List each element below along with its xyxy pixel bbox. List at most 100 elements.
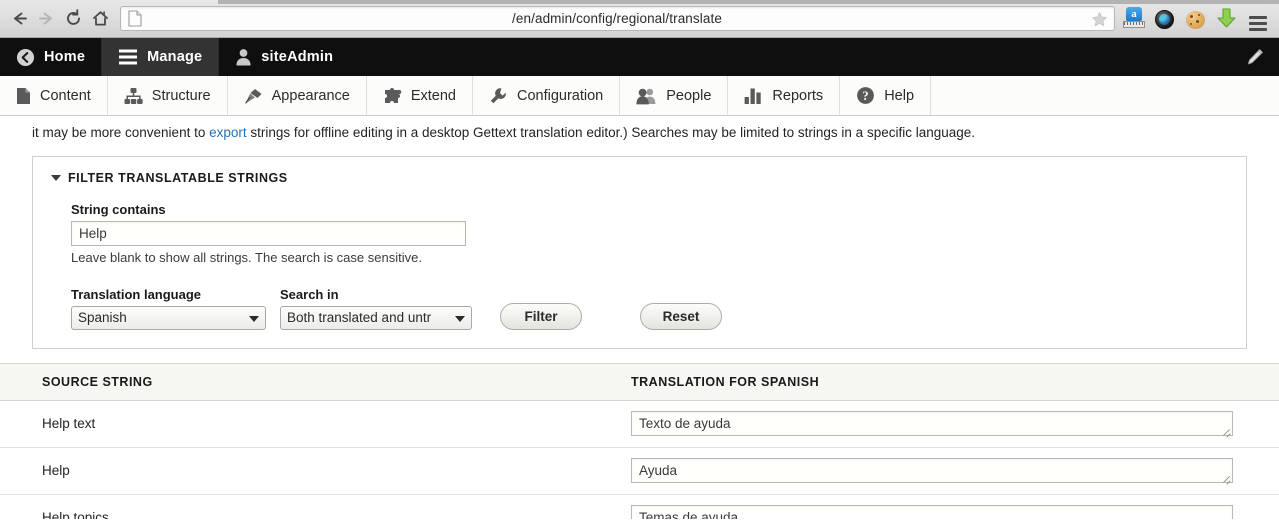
wrench-icon: [489, 87, 508, 105]
cookie-chip: [1196, 19, 1199, 23]
translation-language-select[interactable]: Spanish: [71, 305, 266, 330]
menu-line: [1249, 21, 1267, 25]
cookie-chip: [1190, 22, 1192, 25]
translation-table: SOURCE STRING TRANSLATION FOR SPANISH He…: [0, 362, 1279, 519]
download-arrow-icon[interactable]: [1216, 7, 1238, 31]
camera-lens-icon[interactable]: [1154, 7, 1176, 31]
file-icon: [16, 87, 31, 105]
filter-panel-title: FILTER TRANSLATABLE STRINGS: [68, 170, 288, 185]
sidebar-item-extend[interactable]: Extend: [367, 76, 473, 115]
extension-icons: a: [1123, 6, 1273, 31]
forward-button[interactable]: [33, 4, 60, 34]
tab-strip-edge: [218, 0, 1279, 4]
browser-chrome: /en/admin/config/regional/translate a: [0, 0, 1279, 38]
search-in-group: Search in Both translated and untr: [280, 287, 472, 330]
intro-text-before: it may be more convenient to: [32, 125, 210, 140]
bar-chart-icon: [744, 87, 763, 105]
filter-panel-header[interactable]: FILTER TRANSLATABLE STRINGS: [51, 171, 1228, 185]
filter-panel: FILTER TRANSLATABLE STRINGS String conta…: [32, 155, 1247, 349]
puzzle-icon: [383, 87, 402, 105]
back-button[interactable]: [6, 4, 33, 34]
filter-button[interactable]: Filter: [500, 302, 582, 330]
sidebar-label-structure: Structure: [151, 87, 211, 104]
sidebar-item-people[interactable]: People: [620, 76, 729, 115]
column-header-translation: TRANSLATION FOR SPANISH: [620, 362, 1279, 401]
cookie-icon[interactable]: [1185, 7, 1207, 31]
back-circle-icon: [16, 48, 35, 67]
chevron-down-icon: [249, 315, 259, 322]
translation-table-body: Help text Help Help topics: [0, 400, 1279, 519]
toolbar-item-manage[interactable]: Manage: [102, 38, 220, 76]
toolbar-label-manage: Manage: [147, 49, 203, 65]
string-contains-group: String contains Leave blank to show all …: [71, 202, 1228, 265]
svg-text:?: ?: [863, 89, 869, 103]
search-in-value: Both translated and untr: [287, 310, 432, 326]
table-row: Help topics: [0, 494, 1279, 519]
hamburger-icon: [118, 48, 138, 66]
sidebar-item-content[interactable]: Content: [0, 76, 108, 115]
sidebar-label-appearance: Appearance: [271, 87, 350, 104]
page-content: it may be more convenient to export stri…: [0, 116, 1279, 519]
home-button[interactable]: [87, 4, 114, 34]
address-bar[interactable]: /en/admin/config/regional/translate: [120, 6, 1115, 31]
sidebar-label-extend: Extend: [410, 87, 456, 104]
sidebar-label-configuration: Configuration: [517, 87, 604, 104]
toolbar-label-siteadmin: siteAdmin: [261, 49, 334, 65]
filter-controls-row: Translation language Spanish Search in B…: [71, 287, 1228, 330]
translation-cell: [620, 447, 1279, 495]
sidebar-item-appearance[interactable]: Appearance: [228, 76, 367, 115]
collapse-triangle-icon: [51, 174, 61, 181]
reload-button[interactable]: [60, 4, 87, 34]
table-row: Help text: [0, 400, 1279, 448]
sidebar-label-people: People: [666, 87, 712, 104]
translation-table-head: SOURCE STRING TRANSLATION FOR SPANISH: [0, 362, 1279, 401]
string-contains-label: String contains: [71, 201, 166, 217]
string-contains-input[interactable]: [71, 220, 466, 246]
column-header-source: SOURCE STRING: [0, 362, 620, 401]
string-contains-description: Leave blank to show all strings. The sea…: [71, 249, 422, 265]
sidebar-item-structure[interactable]: Structure: [108, 76, 228, 115]
source-string-cell: Help topics: [0, 494, 620, 519]
table-row: Help: [0, 447, 1279, 495]
lens-inner: [1159, 13, 1170, 25]
bookmark-star-icon[interactable]: [1091, 11, 1108, 33]
amazon-a-letter: a: [1126, 6, 1142, 22]
url-text: /en/admin/config/regional/translate: [512, 11, 722, 26]
ruler-shape: [1123, 20, 1145, 28]
source-string-cell: Help text: [0, 400, 620, 448]
export-link[interactable]: export: [209, 125, 247, 140]
browser-menu-icon[interactable]: [1247, 7, 1269, 31]
chevron-down-icon: [455, 315, 465, 322]
translation-language-group: Translation language Spanish: [71, 287, 266, 330]
page-document-icon: [125, 10, 148, 27]
user-icon: [235, 48, 252, 66]
pencil-icon: [1245, 47, 1265, 67]
translation-input[interactable]: [631, 505, 1233, 519]
reset-button[interactable]: Reset: [640, 302, 722, 330]
menu-line: [1249, 27, 1267, 31]
sidebar-item-reports[interactable]: Reports: [728, 76, 841, 115]
sidebar-label-content: Content: [40, 87, 91, 104]
cookie-chip: [1190, 14, 1193, 18]
sidebar-item-help[interactable]: ? Help: [840, 76, 932, 115]
intro-text-after: strings for offline editing in a desktop…: [246, 125, 976, 140]
sidebar-label-help: Help: [884, 87, 915, 104]
people-icon: [636, 87, 657, 105]
sidebar-item-configuration[interactable]: Configuration: [473, 76, 621, 115]
toolbar-item-home[interactable]: Home: [0, 38, 103, 76]
admin-toolbar: Home Manage siteAdmin: [0, 38, 1279, 76]
toolbar-label-home: Home: [44, 49, 86, 65]
toolbar-edit-button[interactable]: [1231, 38, 1279, 76]
source-string-cell: Help: [0, 447, 620, 495]
paintbrush-icon: [244, 87, 263, 105]
translation-language-label: Translation language: [71, 286, 202, 302]
page-intro-text: it may be more convenient to export stri…: [0, 116, 1279, 143]
hierarchy-icon: [124, 87, 143, 105]
sidebar-label-reports: Reports: [772, 87, 824, 104]
translation-cell: [620, 400, 1279, 448]
toolbar-item-siteadmin[interactable]: siteAdmin: [219, 38, 349, 76]
translation-input[interactable]: [631, 458, 1233, 484]
amazon-ruler-icon[interactable]: a: [1123, 6, 1145, 31]
translation-input[interactable]: [631, 411, 1233, 437]
search-in-select[interactable]: Both translated and untr: [280, 305, 472, 330]
